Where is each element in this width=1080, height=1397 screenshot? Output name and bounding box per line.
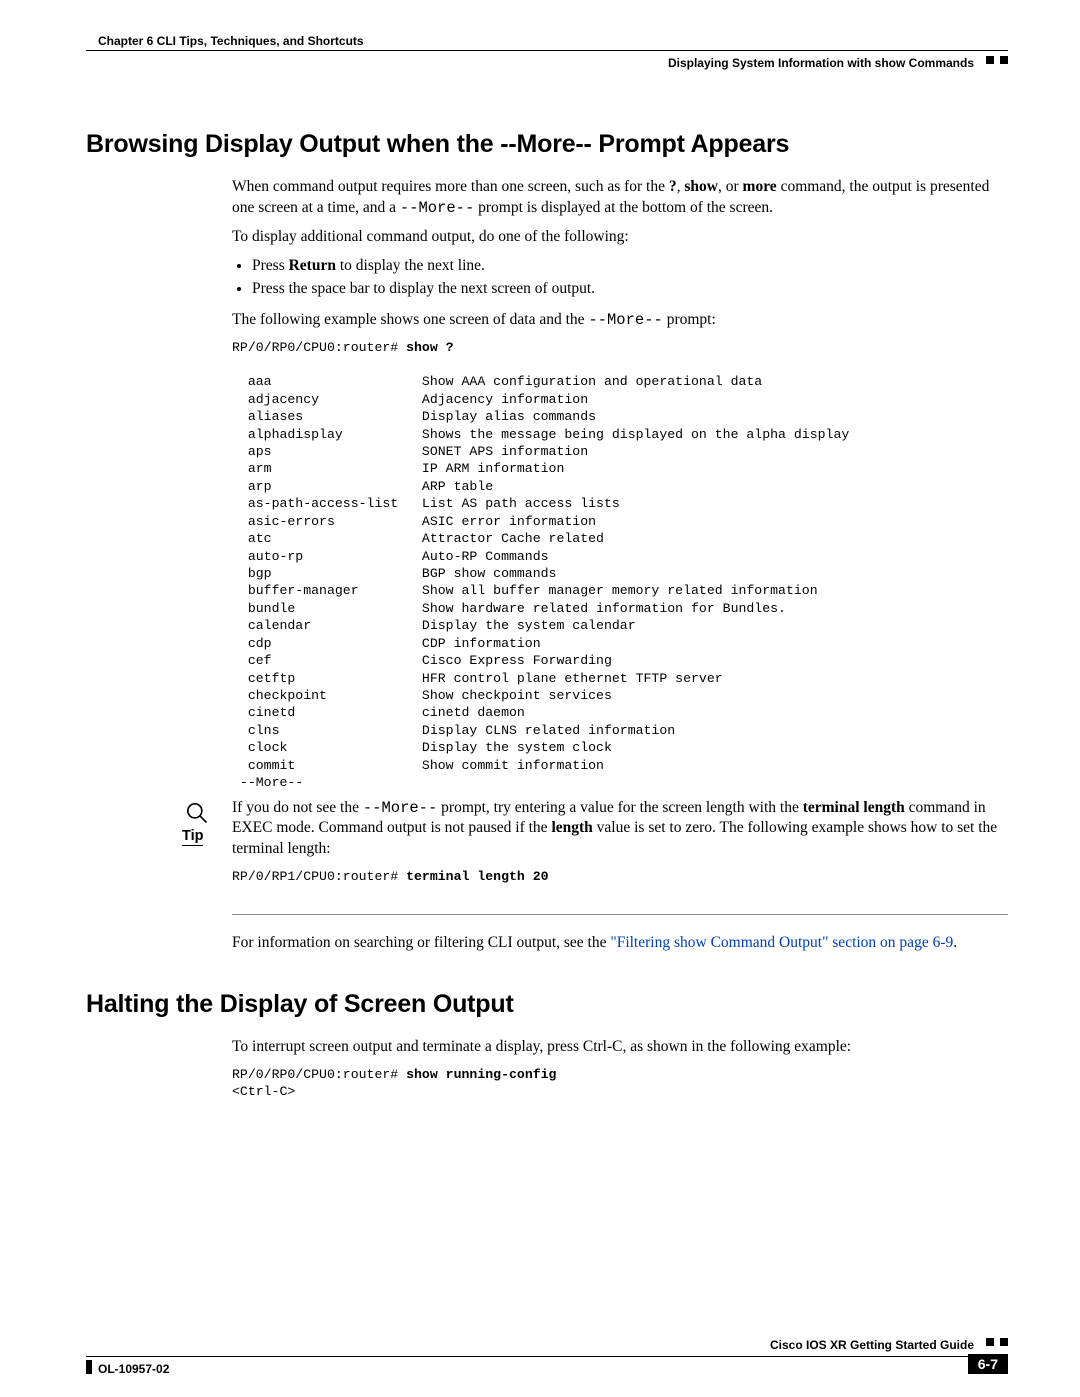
para-display-additional: To display additional command output, do… <box>232 227 1008 248</box>
section-heading-browsing: Browsing Display Output when the --More-… <box>86 130 1008 159</box>
tip-cli: RP/0/RP1/CPU0:router# terminal length 20 <box>232 868 1008 885</box>
footer-rule <box>86 1356 1008 1357</box>
header-rule <box>86 50 1008 51</box>
divider <box>232 914 1008 915</box>
section-heading-halting: Halting the Display of Screen Output <box>86 990 1008 1019</box>
footer-guide: Cisco IOS XR Getting Started Guide <box>770 1338 974 1352</box>
content: Browsing Display Output when the --More-… <box>86 130 1008 1100</box>
halt-cli: RP/0/RP0/CPU0:router# show running-confi… <box>232 1066 1008 1101</box>
running-header: Chapter 6 CLI Tips, Techniques, and Shor… <box>86 34 1008 74</box>
bullet-spacebar: Press the space bar to display the next … <box>252 279 1008 300</box>
tip-block: Tip If you do not see the --More-- promp… <box>86 798 1008 892</box>
xref-block: For information on searching or filterin… <box>232 933 1008 954</box>
footer-doc-id: OL-10957-02 <box>98 1362 169 1376</box>
tip-label: Tip <box>182 828 203 846</box>
page-number: 6-7 <box>968 1354 1008 1374</box>
header-ornament <box>986 56 1008 64</box>
para-halt: To interrupt screen output and terminate… <box>232 1037 1008 1058</box>
xref-para: For information on searching or filterin… <box>232 933 1008 954</box>
section1-body: When command output requires more than o… <box>232 177 1008 792</box>
para-example-intro: The following example shows one screen o… <box>232 310 1008 331</box>
para-intro: When command output requires more than o… <box>232 177 1008 219</box>
running-footer: Cisco IOS XR Getting Started Guide OL-10… <box>86 1356 1008 1357</box>
section2-body: To interrupt screen output and terminate… <box>232 1037 1008 1101</box>
bullet-return: Press Return to display the next line. <box>252 256 1008 277</box>
tip-para: If you do not see the --More-- prompt, t… <box>232 798 1008 861</box>
bullet-list: Press Return to display the next line. P… <box>232 256 1008 300</box>
lightbulb-icon <box>182 798 210 828</box>
xref-link[interactable]: "Filtering show Command Output" section … <box>610 934 953 951</box>
page: Chapter 6 CLI Tips, Techniques, and Shor… <box>0 0 1080 1397</box>
footer-ornament <box>986 1338 1008 1346</box>
footer-left-bar <box>86 1360 92 1374</box>
cli-output: RP/0/RP0/CPU0:router# show ? aaa Show AA… <box>232 339 1008 792</box>
header-section: Displaying System Information with show … <box>668 56 974 70</box>
header-chapter: Chapter 6 CLI Tips, Techniques, and Shor… <box>98 34 364 48</box>
